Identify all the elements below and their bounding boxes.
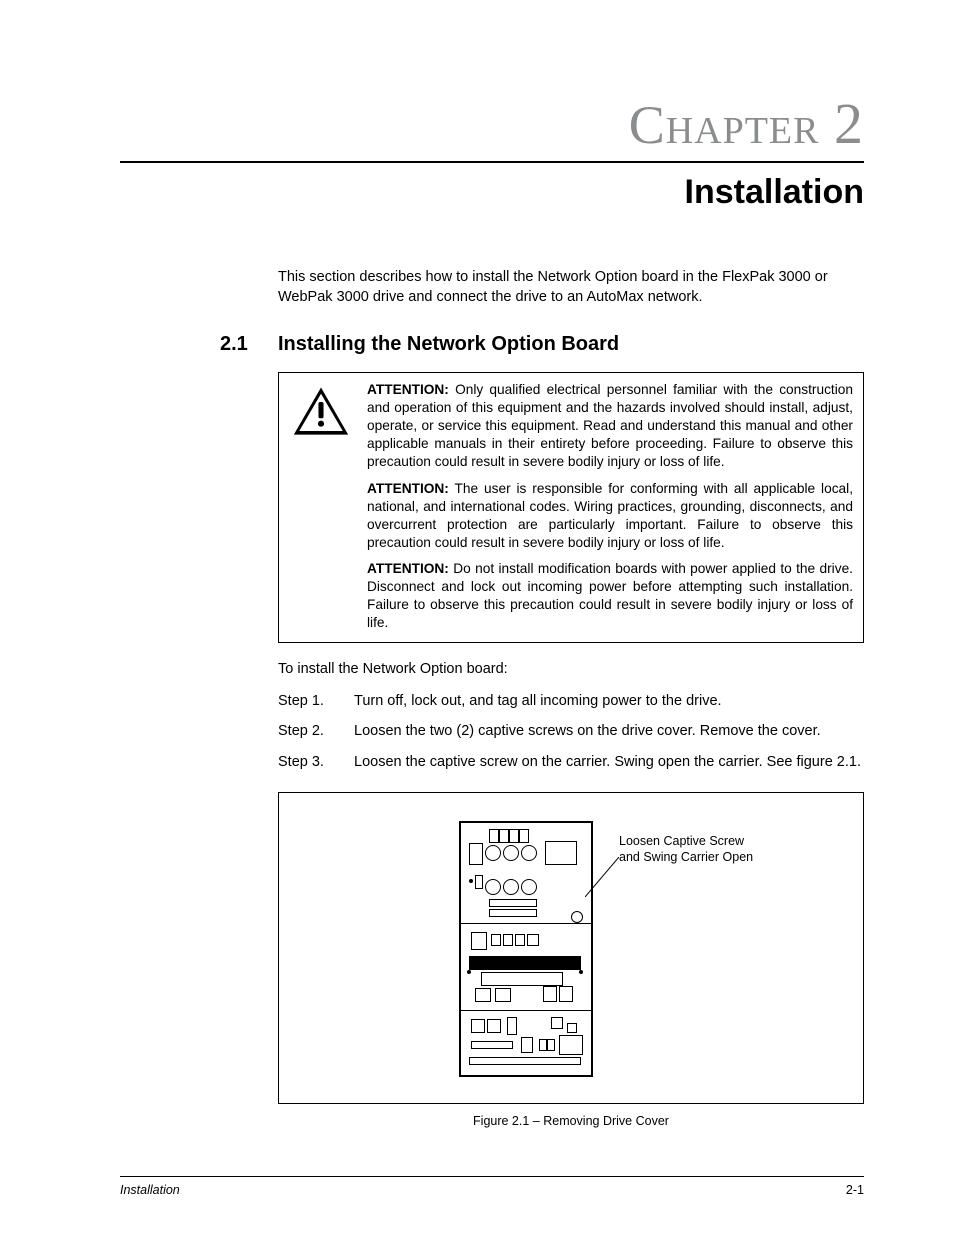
attention-lead: ATTENTION: [367, 481, 449, 496]
attention-p3: ATTENTION: Do not install modification b… [367, 560, 853, 632]
attention-box: ATTENTION: Only qualified electrical per… [278, 372, 864, 643]
page-title: Installation [120, 173, 864, 212]
heading-rule [120, 161, 864, 163]
step-text: Turn off, lock out, and tag all incoming… [354, 691, 722, 711]
figure-inner: Loosen Captive Screw and Swing Carrier O… [279, 793, 863, 1103]
attention-p1: ATTENTION: Only qualified electrical per… [367, 381, 853, 471]
step-label: Step 3. [278, 752, 354, 772]
device-section-top [461, 823, 591, 924]
device-diagram [459, 821, 593, 1077]
warning-triangle-icon [292, 385, 350, 437]
section-title: Installing the Network Option Board [278, 333, 619, 356]
device-section-bottom [461, 1011, 591, 1073]
page: Chapter 2 Installation This section desc… [0, 0, 954, 1235]
chapter-heading: Chapter 2 [120, 90, 864, 157]
page-footer: Installation 2-1 [120, 1176, 864, 1197]
section-number: 2.1 [220, 333, 278, 356]
step-label: Step 2. [278, 721, 354, 741]
section-heading: 2.1 Installing the Network Option Board [220, 333, 864, 356]
callout-line2: and Swing Carrier Open [619, 849, 753, 865]
list-item: Step 1. Turn off, lock out, and tag all … [278, 691, 864, 711]
intro-paragraph: This section describes how to install th… [278, 268, 864, 307]
device-section-mid [461, 924, 591, 1011]
chapter-prefix: Chapter [629, 95, 820, 155]
footer-rule [120, 1176, 864, 1177]
attention-p2: ATTENTION: The user is responsible for c… [367, 480, 853, 552]
figure-caption: Figure 2.1 – Removing Drive Cover [278, 1114, 864, 1128]
chapter-number: 2 [834, 91, 864, 156]
figure-box: Loosen Captive Screw and Swing Carrier O… [278, 792, 864, 1104]
attention-lead: ATTENTION: [367, 382, 449, 397]
figure-callout: Loosen Captive Screw and Swing Carrier O… [619, 833, 753, 866]
steps-list: Step 1. Turn off, lock out, and tag all … [278, 691, 864, 772]
warning-icon-cell [279, 373, 363, 642]
step-text: Loosen the captive screw on the carrier.… [354, 752, 861, 772]
list-item: Step 2. Loosen the two (2) captive screw… [278, 721, 864, 741]
footer-left: Installation [120, 1183, 180, 1197]
attention-lead: ATTENTION: [367, 561, 449, 576]
callout-line1: Loosen Captive Screw [619, 833, 753, 849]
step-text: Loosen the two (2) captive screws on the… [354, 721, 821, 741]
install-lead: To install the Network Option board: [278, 661, 864, 677]
list-item: Step 3. Loosen the captive screw on the … [278, 752, 864, 772]
footer-right: 2-1 [846, 1183, 864, 1197]
step-label: Step 1. [278, 691, 354, 711]
attention-text: ATTENTION: Only qualified electrical per… [363, 373, 863, 642]
